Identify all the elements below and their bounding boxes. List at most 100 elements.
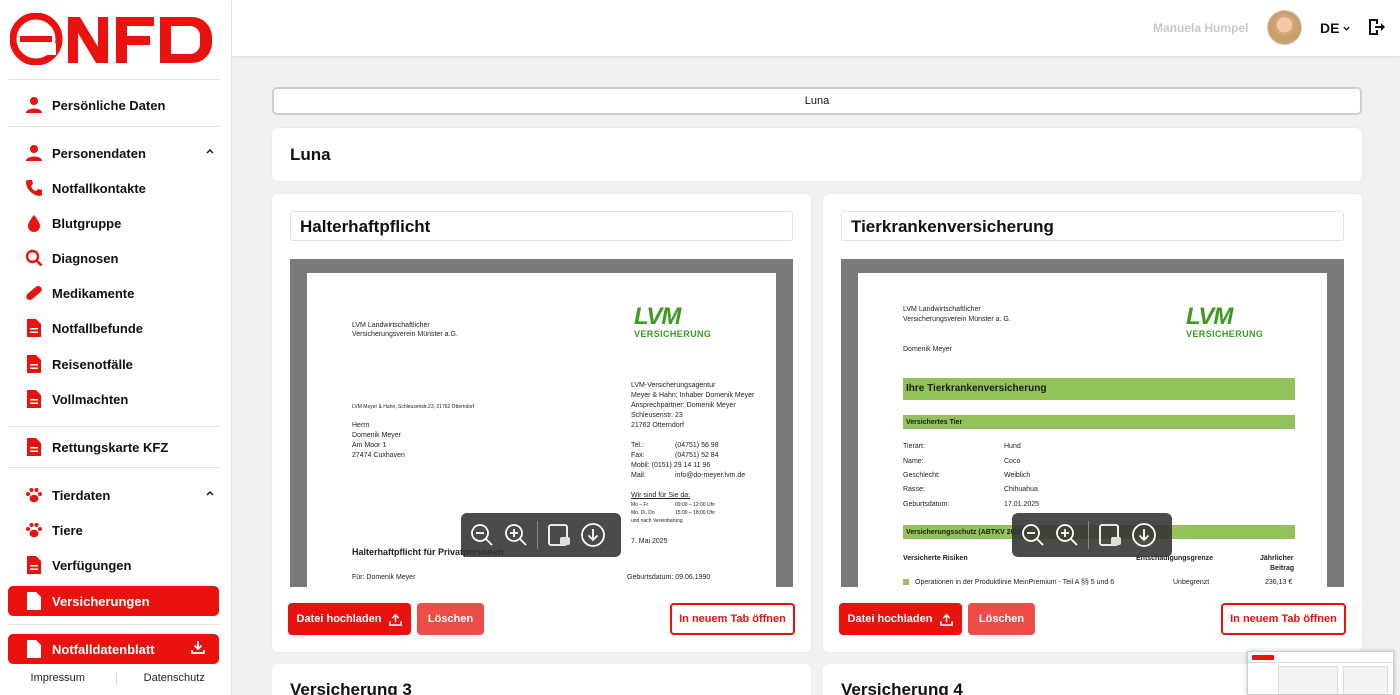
- sidebar-item-tierdaten[interactable]: Tierdaten: [8, 480, 219, 510]
- lvm-logo: LVM VERSICHERUNG: [634, 305, 712, 340]
- delete-button[interactable]: Löschen: [968, 603, 1035, 635]
- doc-fax: (04751) 52 84: [675, 452, 719, 459]
- person-icon: [24, 143, 44, 163]
- fit-page-icon[interactable]: [546, 522, 572, 548]
- insurance-card-halterhaftpflicht: Halterhaftpflicht LVM Landwirtschaftlich…: [272, 194, 811, 652]
- doc-agency-3: Ansprechpartner: Domenik Meyer: [631, 402, 736, 409]
- sidebar-item-label: Tierdaten: [52, 487, 111, 503]
- sidebar-item-label: Tiere: [52, 522, 83, 538]
- doc-address-2: Domenik Meyer: [352, 432, 402, 439]
- document-icon: [24, 591, 44, 611]
- sidebar-item-notfallkontakte[interactable]: Notfallkontakte: [8, 173, 219, 203]
- doc-fuer: Für: Domenik Meyer: [352, 574, 416, 581]
- document-preview[interactable]: LVM Landwirtschaftlicher Versicherungsve…: [841, 259, 1344, 587]
- blood-drop-icon: [24, 213, 44, 233]
- doc-row-key: Rasse:: [903, 486, 925, 493]
- sidebar-item-versicherungen[interactable]: Versicherungen: [8, 586, 219, 616]
- sidebar-item-notfallbefunde[interactable]: Notfallbefunde: [8, 313, 219, 343]
- document-icon: [24, 437, 44, 457]
- datenschutz-link[interactable]: Datenschutz: [117, 672, 233, 684]
- sidebar-item-label: Versicherungen: [52, 593, 150, 609]
- pdf-toolbar: [461, 513, 621, 557]
- sidebar-item-reisenotfaelle[interactable]: Reisenotfälle: [8, 349, 219, 379]
- insurance-title: Versicherung 4: [841, 680, 963, 695]
- chevron-up-icon[interactable]: [205, 146, 215, 156]
- avatar[interactable]: [1267, 10, 1302, 45]
- sidebar-item-label: Diagnosen: [52, 250, 119, 266]
- impressum-link[interactable]: Impressum: [0, 672, 116, 684]
- doc-agency-4: Schleusenstr. 23: [631, 412, 683, 419]
- open-new-tab-button[interactable]: In neuem Tab öffnen: [670, 603, 795, 635]
- zoom-in-icon[interactable]: [1054, 522, 1080, 548]
- doc-sender-2: Versicherungsverein Münster a.G.: [352, 331, 458, 338]
- toolbar-divider: [1088, 521, 1089, 549]
- document-icon: [24, 354, 44, 374]
- insurance-card-3: Versicherung 3: [272, 664, 811, 695]
- lvm-logo-subtext: VERSICHERUNG: [634, 329, 712, 339]
- chevron-up-icon[interactable]: [205, 488, 215, 498]
- zoom-out-icon[interactable]: [1020, 522, 1046, 548]
- doc-geburtsdatum: Geburtsdatum: 09.06.1990: [627, 574, 711, 581]
- sidebar-footer: Impressum Datenschutz: [0, 661, 232, 695]
- doc-hours-title: Wir sind für Sie da:: [631, 492, 691, 499]
- toolbar-divider: [537, 521, 538, 549]
- doc-price: 236,13 €: [1265, 579, 1293, 586]
- insurance-title[interactable]: Tierkrankenversicherung: [841, 211, 1344, 241]
- doc-agency-1: LVM-Versicherungsagentur: [631, 382, 716, 389]
- top-header: Manuela Humpel DE: [232, 0, 1400, 57]
- zoom-out-icon[interactable]: [469, 522, 495, 548]
- doc-tel: (04751) 56 98: [675, 442, 719, 449]
- doc-row-key: Name:: [903, 458, 924, 465]
- sidebar-item-label: Vollmachten: [52, 391, 129, 407]
- enfd-logo[interactable]: [10, 13, 214, 65]
- pill-icon: [24, 283, 44, 303]
- sidebar-item-label: Medikamente: [52, 285, 135, 301]
- upload-button[interactable]: Datei hochladen: [839, 603, 962, 635]
- doc-heading: Ihre Tierkrankenversicherung: [903, 378, 1295, 400]
- sidebar-item-rettungskarte-kfz[interactable]: Rettungskarte KFZ: [8, 432, 219, 462]
- pdf-toolbar: [1012, 513, 1172, 557]
- doc-address-1: Herrn: [352, 422, 370, 429]
- fit-page-icon[interactable]: [1097, 522, 1123, 548]
- sidebar-item-medikamente[interactable]: Medikamente: [8, 278, 219, 308]
- doc-row-key: Geschlecht:: [903, 472, 940, 479]
- screenshot-thumbnail[interactable]: [1247, 651, 1394, 695]
- doc-row-value: Weiblich: [1004, 472, 1031, 479]
- doc-address-3: Am Moor 1: [352, 442, 387, 449]
- doc-row-value: Chihuahua: [1004, 486, 1038, 493]
- doc-date: 7. Mai 2025: [631, 538, 668, 545]
- doc-mobil: Mobil: (0151) 29 14 11 96: [631, 462, 711, 469]
- open-new-tab-button[interactable]: In neuem Tab öffnen: [1221, 603, 1346, 635]
- doc-section-tier: Versichertes Tier: [903, 415, 1295, 429]
- sidebar-item-notfalldatenblatt[interactable]: Notfalldatenblatt: [8, 634, 219, 664]
- upload-button[interactable]: Datei hochladen: [288, 603, 411, 635]
- sidebar-item-blutgruppe[interactable]: Blutgruppe: [8, 208, 219, 238]
- tab-luna[interactable]: Luna: [272, 87, 1362, 115]
- upload-label: Datei hochladen: [847, 613, 933, 625]
- doc-sender-2: Versicherungsverein Münster a. G.: [903, 316, 1011, 323]
- doc-row-key: Tierart:: [903, 443, 925, 450]
- sidebar-item-persoenliche-daten[interactable]: Persönliche Daten: [8, 90, 219, 120]
- delete-button[interactable]: Löschen: [417, 603, 484, 635]
- sidebar: Persönliche Daten Personendaten Notfallk…: [0, 0, 232, 695]
- insurance-title[interactable]: Halterhaftpflicht: [290, 211, 793, 241]
- doc-mail-label: Mail:: [631, 472, 646, 479]
- sidebar-item-label: Personendaten: [52, 145, 146, 161]
- language-selector[interactable]: DE: [1320, 20, 1351, 36]
- logout-icon[interactable]: [1368, 18, 1386, 36]
- sidebar-item-personendaten[interactable]: Personendaten: [8, 138, 219, 168]
- phone-icon: [24, 178, 44, 198]
- thumbnail-card: [1343, 666, 1388, 694]
- sidebar-item-verfuegungen[interactable]: Verfügungen: [8, 550, 219, 580]
- sidebar-item-diagnosen[interactable]: Diagnosen: [8, 243, 219, 273]
- zoom-in-icon[interactable]: [503, 522, 529, 548]
- download-icon[interactable]: [1131, 522, 1157, 548]
- sidebar-item-tiere[interactable]: Tiere: [8, 515, 219, 545]
- download-icon[interactable]: [580, 522, 606, 548]
- sidebar-item-label: Reisenotfälle: [52, 356, 133, 372]
- sidebar-item-vollmachten[interactable]: Vollmachten: [8, 384, 219, 414]
- document-icon: [24, 555, 44, 575]
- download-icon[interactable]: [191, 640, 205, 654]
- document-preview[interactable]: LVM Landwirtschaftlicher Versicherungsve…: [290, 259, 793, 587]
- doc-row-value: Hund: [1004, 443, 1021, 450]
